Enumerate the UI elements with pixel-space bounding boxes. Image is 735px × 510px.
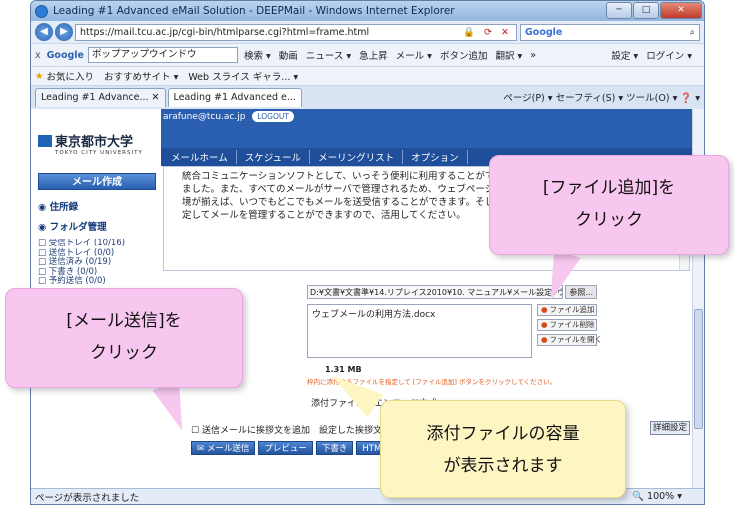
google-login-button[interactable]: ログイン ▾ [646,48,692,62]
address-url: https://mail.tcu.ac.jp/cgi-bin/htmlparse… [80,26,370,38]
add-file-callout: [ファイル追加]を クリック [489,155,729,255]
window-controls: ─ □ ✕ [605,2,702,20]
close-button[interactable]: ✕ [660,2,702,19]
header-band [161,126,692,148]
callout-text: [メール送信]を [66,311,182,331]
title-bar: Leading #1 Advanced eMail Solution - DEE… [31,1,704,21]
tab-1[interactable]: Leading #1 Advance... ✕ [35,88,166,107]
open-icon: ● [541,335,548,344]
send-mail-callout: [メール送信]を クリック [5,288,243,388]
back-button[interactable]: ◀ [35,23,53,41]
address-book-link[interactable]: ◉ 住所録 [38,199,78,213]
menu-options[interactable]: オプション [403,150,468,164]
attachment-path-input[interactable]: D:¥文書¥文書準¥14.リプレイス2010¥10. マニュアル¥メール設定¥ウ… [307,285,564,299]
callout-text: が表示されます [443,456,563,476]
folder-list: □ 受信トレイ (10/16) □ 送信トレイ (0/0) □ 送信済み (0/… [38,239,156,285]
google-toolbar-item[interactable]: 翻訳 ▾ [495,48,522,62]
forward-button[interactable]: ▶ [55,23,73,41]
google-toolbar-item[interactable]: メール ▾ [396,48,432,62]
draft-button[interactable]: 下書き [315,441,354,455]
callout-text: 添付ファイルの容量 [426,424,580,444]
folder-manage-link[interactable]: ◉ フォルダ管理 [38,219,107,233]
google-toolbar-item[interactable]: 動画 [279,48,298,62]
logo-text-jp: 東京都市大学 [55,135,134,150]
preview-button[interactable]: プレビュー [258,441,313,455]
favorites-star-icon[interactable]: ★ [35,71,44,82]
compose-mail-button[interactable]: メール作成 [38,173,156,190]
favorites-item[interactable]: Web スライス ギャラ... ▾ [188,69,298,83]
google-toolbar-more[interactable]: » [530,50,536,61]
google-toolbar-item[interactable]: 検索 ▾ [244,48,271,62]
remove-icon: ● [541,320,548,329]
callout-text: [ファイル追加]を [542,178,676,198]
ie-logo-icon [35,4,48,18]
favorites-button[interactable]: お気に入り [47,69,95,83]
command-bar[interactable]: ページ(P) ▾ セーフティ(S) ▾ ツール(O) ▾ ❓ ▾ [503,90,700,104]
google-toolbar: x Google ポップアップウインドウ 検索 ▾ 動画 ニュース ▾ 急上昇 … [31,43,704,66]
action-buttons: ✉ メール送信 プレビュー 下書き HTML作成 [191,441,412,455]
logo-mark-icon [38,134,52,147]
logout-button[interactable]: LOGOUT [252,111,294,122]
send-mail-button[interactable]: ✉ メール送信 [191,441,256,455]
tab-row: Leading #1 Advance... ✕ Leading #1 Advan… [31,85,704,107]
remove-file-button[interactable]: ● ファイル削除 [537,319,597,331]
add-icon: ● [541,305,548,314]
google-logo: Google [46,49,84,61]
favorites-bar: ★ お気に入り おすすめサイト ▾ Web スライス ギャラ... ▾ [31,66,704,85]
logo-text-en: TOKYO CITY UNIVERSITY [55,150,143,156]
detail-settings-button[interactable]: 詳細設定 [650,421,690,435]
attachment-item[interactable]: ウェブメールの利用方法.docx [312,307,527,320]
google-toolbar-item[interactable]: ボタン追加 [440,48,488,62]
search-icon[interactable]: ⌕ [690,27,699,38]
user-bar: arafune@tcu.ac.jp LOGOUT [161,109,692,126]
address-bar[interactable]: https://mail.tcu.ac.jp/cgi-bin/htmlparse… [75,23,517,41]
callout-text: クリック [575,210,643,230]
google-search-input[interactable]: ポップアップウインドウ [87,47,238,63]
menu-mail-home[interactable]: メールホーム [163,150,237,164]
zoom-control[interactable]: 🔍 100% ▾ [632,491,704,502]
maximize-button[interactable]: □ [633,2,659,19]
folder-item[interactable]: □ 予約送信 (0/0) [38,276,156,285]
window-title: Leading #1 Advanced eMail Solution - DEE… [53,5,455,17]
google-toolbar-item[interactable]: ニュース ▾ [306,48,351,62]
search-engine-label: Google [525,26,563,38]
file-size-callout: 添付ファイルの容量 が表示されます [380,400,626,498]
tab-2[interactable]: Leading #1 Advanced e... [167,88,302,107]
menu-schedule[interactable]: スケジュール [237,150,311,164]
favorites-item[interactable]: おすすめサイト ▾ [104,69,178,83]
menu-mailing-list[interactable]: メーリングリスト [310,150,404,164]
google-settings-button[interactable]: 設定 ▾ [611,48,638,62]
minimize-button[interactable]: ─ [606,2,632,19]
browser-search-box[interactable]: Google ⌕ [520,23,700,41]
attachment-list[interactable]: ウェブメールの利用方法.docx [307,304,532,358]
callout-text: クリック [90,343,158,363]
user-email: arafune@tcu.ac.jp [163,112,246,122]
status-text: ページが表示されました [35,492,140,504]
add-file-button[interactable]: ● ファイル追加 [537,304,597,316]
google-toolbar-item[interactable]: 急上昇 [359,48,388,62]
address-status-icons[interactable]: 🔒 ⟳ ✕ [463,27,516,38]
scrollbar-thumb[interactable] [694,309,703,429]
address-row: ◀ ▶ https://mail.tcu.ac.jp/cgi-bin/htmlp… [31,21,704,43]
google-toolbar-close-button[interactable]: x [35,50,41,61]
university-logo: 東京都市大学 TOKYO CITY UNIVERSITY [38,131,156,156]
open-file-button[interactable]: ● ファイルを開く [537,334,602,346]
